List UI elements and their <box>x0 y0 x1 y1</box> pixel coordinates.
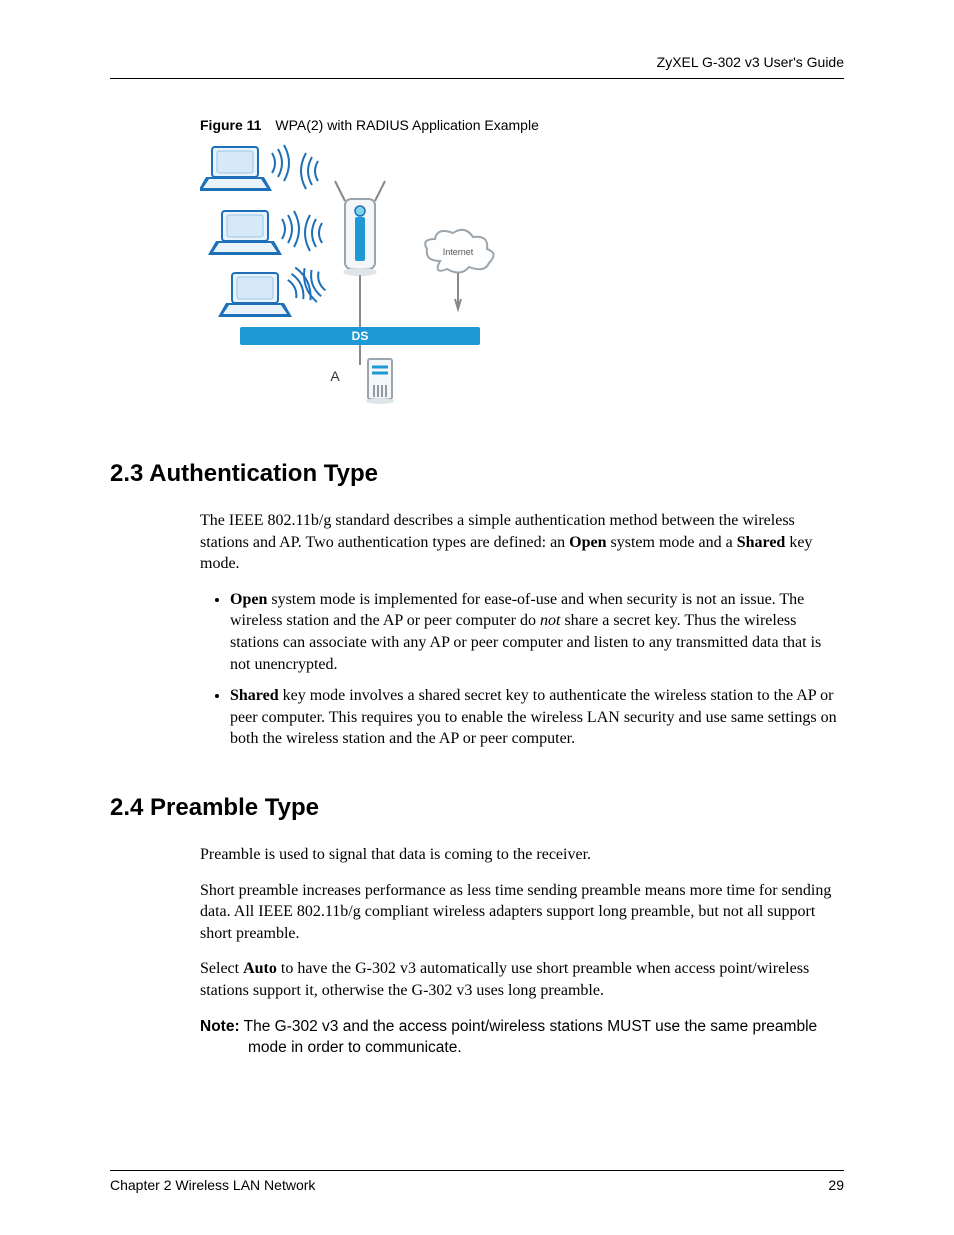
figure-number: Figure 11 <box>200 117 261 133</box>
figure-diagram: Internet DS A <box>200 141 844 416</box>
heading-2-4: 2.4 Preamble Type <box>110 794 844 822</box>
auth-bullet-list: Open system mode is implemented for ease… <box>200 589 844 750</box>
document-page: ZyXEL G-302 v3 User's Guide Figure 11 WP… <box>0 0 954 1235</box>
list-item: Open system mode is implemented for ease… <box>230 589 844 675</box>
text: to have the G-302 v3 automatically use s… <box>200 960 809 999</box>
text: system mode and a <box>607 534 737 551</box>
open-bold: Open <box>569 534 606 551</box>
open-bold: Open <box>230 591 267 608</box>
svg-text:A: A <box>330 368 340 384</box>
note-block: Note: The G-302 v3 and the access point/… <box>200 1016 844 1059</box>
text: key mode involves a shared secret key to… <box>230 687 837 747</box>
shared-bold: Shared <box>230 687 279 704</box>
text: Select <box>200 960 243 977</box>
auto-bold: Auto <box>243 960 277 977</box>
preamble-p3: Select Auto to have the G-302 v3 automat… <box>200 958 844 1001</box>
list-item: Shared key mode involves a shared secret… <box>230 685 844 750</box>
note-label: Note: <box>200 1018 240 1035</box>
footer-chapter: Chapter 2 Wireless LAN Network <box>110 1177 315 1193</box>
preamble-p1: Preamble is used to signal that data is … <box>200 844 844 866</box>
shared-bold: Shared <box>737 534 786 551</box>
not-italic: not <box>540 612 560 629</box>
figure-caption: Figure 11 WPA(2) with RADIUS Application… <box>200 117 844 133</box>
section-2-4-body: Preamble is used to signal that data is … <box>200 844 844 1059</box>
svg-text:DS: DS <box>352 329 369 343</box>
preamble-p2: Short preamble increases performance as … <box>200 880 844 945</box>
footer-page-number: 29 <box>828 1177 844 1193</box>
figure-title: WPA(2) with RADIUS Application Example <box>275 117 539 133</box>
svg-text:Internet: Internet <box>443 247 474 257</box>
auth-intro-paragraph: The IEEE 802.11b/g standard describes a … <box>200 510 844 575</box>
running-head: ZyXEL G-302 v3 User's Guide <box>110 54 844 79</box>
section-2-3-body: The IEEE 802.11b/g standard describes a … <box>200 510 844 750</box>
page-footer: Chapter 2 Wireless LAN Network 29 <box>110 1170 844 1193</box>
note-text: The G-302 v3 and the access point/wirele… <box>240 1018 818 1057</box>
heading-2-3: 2.3 Authentication Type <box>110 460 844 488</box>
